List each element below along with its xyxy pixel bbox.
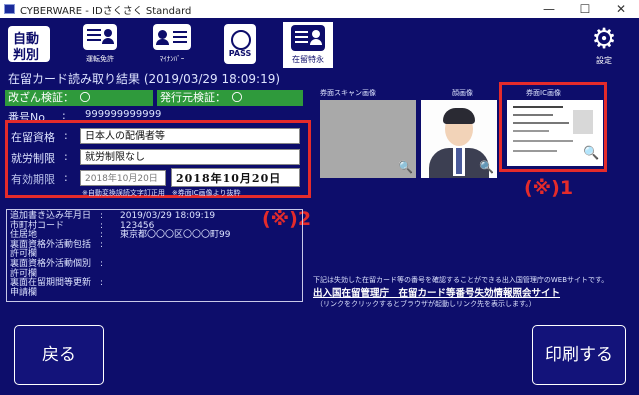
ic-image-label: 券面IC画像 <box>526 89 561 97</box>
license-label: 運転免許 <box>86 55 114 63</box>
maximize-button[interactable]: ☐ <box>567 0 603 18</box>
mynumber-icon <box>153 24 191 50</box>
extra-row-label: 裏面資格外活動個別 <box>10 258 92 269</box>
site-description: 下記は失効した在留カード等の番号を確認することができる出入国管理庁のWEBサイト… <box>313 276 609 284</box>
app-icon <box>4 4 15 14</box>
extra-row-value: 東京都〇〇〇区〇〇〇町99 <box>120 230 231 241</box>
zoom-icon[interactable]: 🔍 <box>479 160 494 174</box>
license-icon <box>83 24 117 50</box>
title-bar: CYBERWARE - IDさくさく Standard — ☐ ✕ <box>0 0 639 18</box>
work-field: 就労制限なし <box>80 149 300 165</box>
mynumber-button[interactable]: ﾏｲﾅﾝﾊﾞｰ <box>148 24 196 68</box>
extra-row-label: 住居地 <box>10 230 38 241</box>
extra-row-colon: : <box>100 258 104 269</box>
extra-row-label: 追加書き込み年月日 <box>10 211 92 221</box>
print-button[interactable]: 印刷する <box>532 325 626 385</box>
settings-button[interactable]: ⚙ 設定 <box>586 24 622 68</box>
auto-label-2: 判別 <box>13 48 40 63</box>
passport-icon: PASS <box>224 24 256 64</box>
expiry-check-site-link[interactable]: 出入国在留管理庁 在留カード等番号失効情報照会サイト <box>313 285 560 299</box>
result-title: 在留カード読み取り結果 (2019/03/29 18:09:19) <box>8 72 281 86</box>
zoom-icon[interactable]: 🔍 <box>583 146 599 162</box>
annotation-label-1: (※)1 <box>524 177 574 199</box>
residence-card-button[interactable]: 在留特永 <box>283 22 333 68</box>
ocr-note: ※自動変換誤読文字訂正用 ※券面IC画像より抜粋 <box>82 189 241 197</box>
passport-button[interactable]: PASS <box>222 24 258 68</box>
zoom-icon[interactable]: 🔍 <box>398 160 413 174</box>
expiry-colon: : <box>64 171 68 184</box>
scan-image: 🔍 <box>320 100 416 178</box>
window-title: CYBERWARE - IDさくさく Standard <box>20 6 192 17</box>
expiry-field: 2018年10月20日 <box>80 170 166 186</box>
residence-card-label: 在留特永 <box>292 55 324 64</box>
extra-row-label: 許可欄 <box>10 249 38 260</box>
residence-card-icon <box>291 25 325 51</box>
work-label: 就労制限 <box>11 152 55 165</box>
scan-image-label: 券面スキャン画像 <box>320 89 376 97</box>
expiry-ic-image-text: 2018年10月20日 <box>171 168 300 187</box>
extra-row-colon: : <box>100 239 104 250</box>
extra-row-label: 裏面在留期間等更新 <box>10 278 92 289</box>
expiry-label: 有効期限 <box>11 173 55 186</box>
face-image: 🔍 <box>421 100 497 178</box>
back-button[interactable]: 戻る <box>14 325 104 385</box>
extra-info-rows: 追加書き込み年月日 : 2019/03/29 18:09:19 市町村コード :… <box>10 211 230 299</box>
settings-label: 設定 <box>596 56 612 65</box>
passport-label: PASS <box>228 49 252 58</box>
license-button[interactable]: 運転免許 <box>80 24 120 68</box>
number-value: 999999999999 <box>85 109 162 120</box>
extra-row-label: 申請欄 <box>10 287 38 298</box>
close-button[interactable]: ✕ <box>603 0 639 18</box>
work-colon: : <box>64 150 68 163</box>
face-image-label: 顔画像 <box>452 89 473 97</box>
mynumber-label: ﾏｲﾅﾝﾊﾞｰ <box>159 55 185 63</box>
gear-icon: ⚙ <box>591 22 617 55</box>
auto-detect-button[interactable]: 自動 判別 <box>8 26 50 63</box>
issuer-check-badge: 発行元検証： 〇 <box>157 90 303 106</box>
status-field: 日本人の配偶者等 <box>80 128 300 144</box>
extra-row-colon: : <box>100 278 104 289</box>
tamper-check-badge: 改ざん検証： 〇 <box>5 90 153 106</box>
status-label: 在留資格 <box>11 131 55 144</box>
link-hint: （リンクをクリックするとブラウザが起動しリンク先を表示します。） <box>316 300 536 308</box>
minimize-button[interactable]: — <box>531 0 567 18</box>
extra-row: 申請欄 <box>10 287 91 299</box>
ic-image: 🔍 <box>507 100 603 166</box>
status-colon: : <box>64 129 68 142</box>
